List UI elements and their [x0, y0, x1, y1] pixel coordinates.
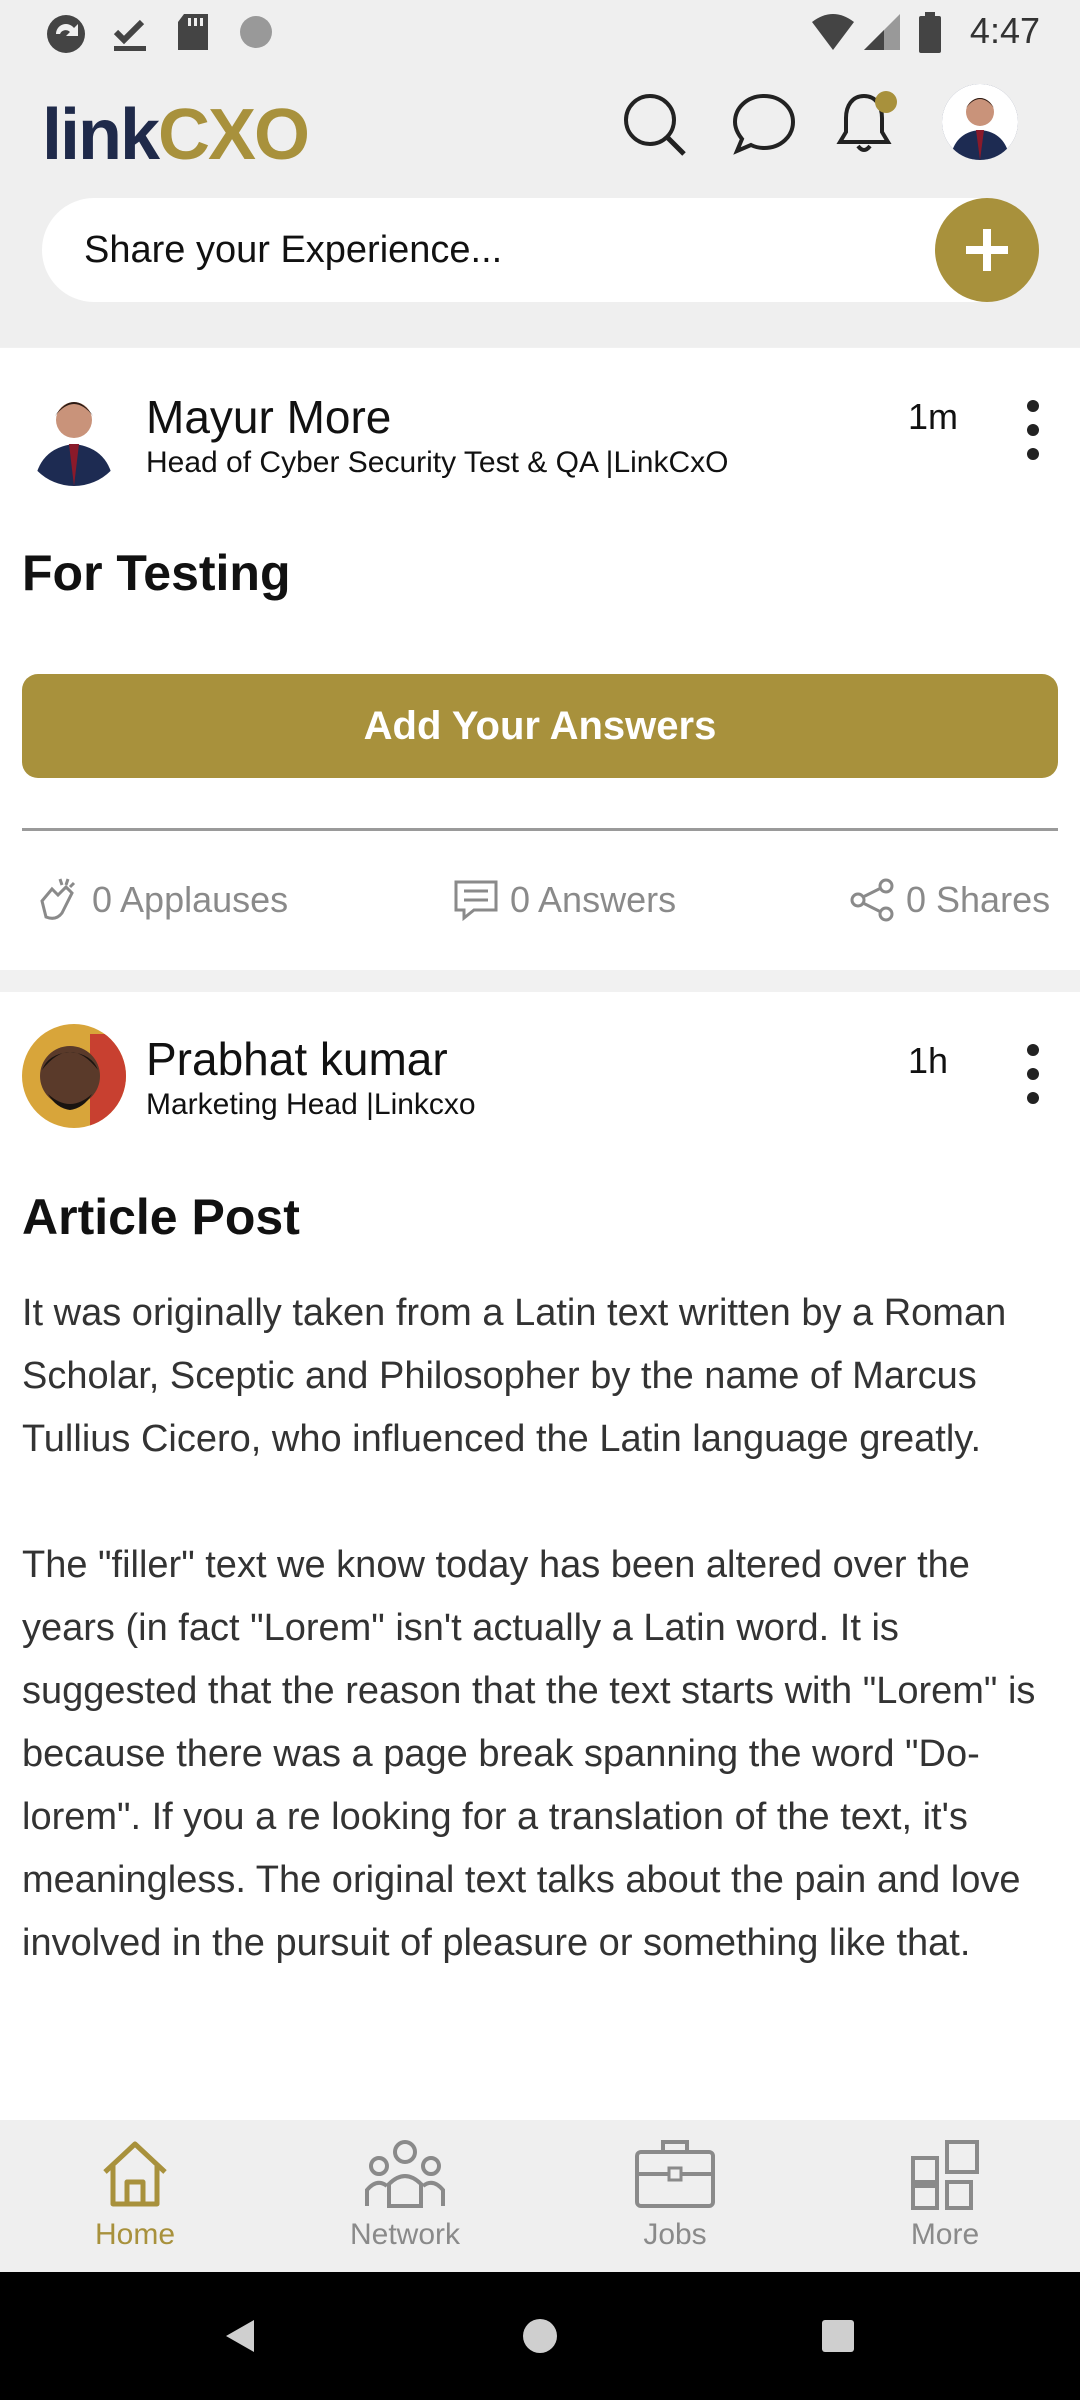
sd-card-icon	[178, 14, 208, 50]
author-role: Marketing Head |Linkcxo	[146, 1088, 476, 1121]
network-icon	[365, 2140, 445, 2208]
author-avatar[interactable]	[22, 382, 126, 486]
recents-icon[interactable]	[820, 2318, 856, 2354]
author-avatar[interactable]	[22, 1024, 126, 1128]
download-done-icon	[113, 19, 146, 51]
battery-icon	[919, 12, 941, 53]
post-menu-button[interactable]	[1018, 400, 1048, 460]
applause-icon	[40, 878, 76, 920]
post-card: Prabhat kumar Marketing Head |Linkcxo 1h…	[0, 992, 1080, 2120]
back-icon[interactable]	[220, 2316, 260, 2356]
author-name[interactable]: Mayur More	[146, 390, 391, 444]
bell-icon[interactable]	[828, 84, 908, 164]
clock: 4:47	[969, 10, 1040, 51]
circle-icon	[240, 16, 272, 48]
create-post-button[interactable]	[935, 198, 1039, 302]
share-input[interactable]	[84, 198, 884, 302]
divider	[22, 828, 1058, 831]
plus-icon	[966, 229, 1008, 271]
share-button[interactable]: 0 Shares	[848, 868, 1050, 932]
nav-home[interactable]: Home	[35, 2136, 235, 2266]
nav-more[interactable]: More	[845, 2136, 1045, 2266]
post-time: 1m	[908, 396, 959, 437]
author-name[interactable]: Prabhat kumar	[146, 1032, 448, 1086]
grid-icon	[911, 2140, 979, 2210]
post-time: 1h	[908, 1040, 949, 1081]
answers-button[interactable]: 0 Answers	[452, 868, 676, 932]
post-heading: Article Post	[22, 1189, 300, 1245]
search-icon[interactable]	[614, 84, 694, 164]
signal-icon	[864, 14, 900, 50]
author-role: Head of Cyber Security Test & QA |LinkCx…	[146, 446, 729, 479]
comment-icon	[454, 880, 498, 922]
briefcase-icon	[635, 2140, 715, 2208]
applause-button[interactable]: 0 Applauses	[32, 868, 288, 932]
app-header: link CXO	[0, 62, 1080, 347]
linkcxo-logo[interactable]: link CXO	[42, 90, 310, 180]
status-bar: 4:47	[0, 0, 1080, 62]
post-card: Mayur More Head of Cyber Security Test &…	[0, 348, 1080, 970]
add-answers-button[interactable]: Add Your Answers	[22, 674, 1058, 778]
wifi-icon	[812, 14, 854, 50]
home-button-icon[interactable]	[520, 2316, 560, 2356]
article-body: It was originally taken from a Latin tex…	[22, 1292, 1036, 1964]
share-experience-bar[interactable]	[42, 198, 1039, 302]
nav-network[interactable]: Network	[305, 2136, 505, 2266]
chat-icon[interactable]	[724, 84, 804, 164]
post-menu-button[interactable]	[1018, 1044, 1048, 1104]
sync-icon	[47, 15, 85, 53]
home-icon	[103, 2141, 167, 2207]
post-stats: 0 Applauses 0 Answers 0 Shares	[0, 868, 1080, 932]
share-icon	[850, 878, 894, 922]
post-heading: For Testing	[22, 545, 291, 601]
profile-avatar[interactable]	[942, 84, 1018, 160]
bottom-nav: Home Network Jobs More	[0, 2120, 1080, 2272]
system-nav-bar	[0, 2272, 1080, 2400]
nav-jobs[interactable]: Jobs	[575, 2136, 775, 2266]
